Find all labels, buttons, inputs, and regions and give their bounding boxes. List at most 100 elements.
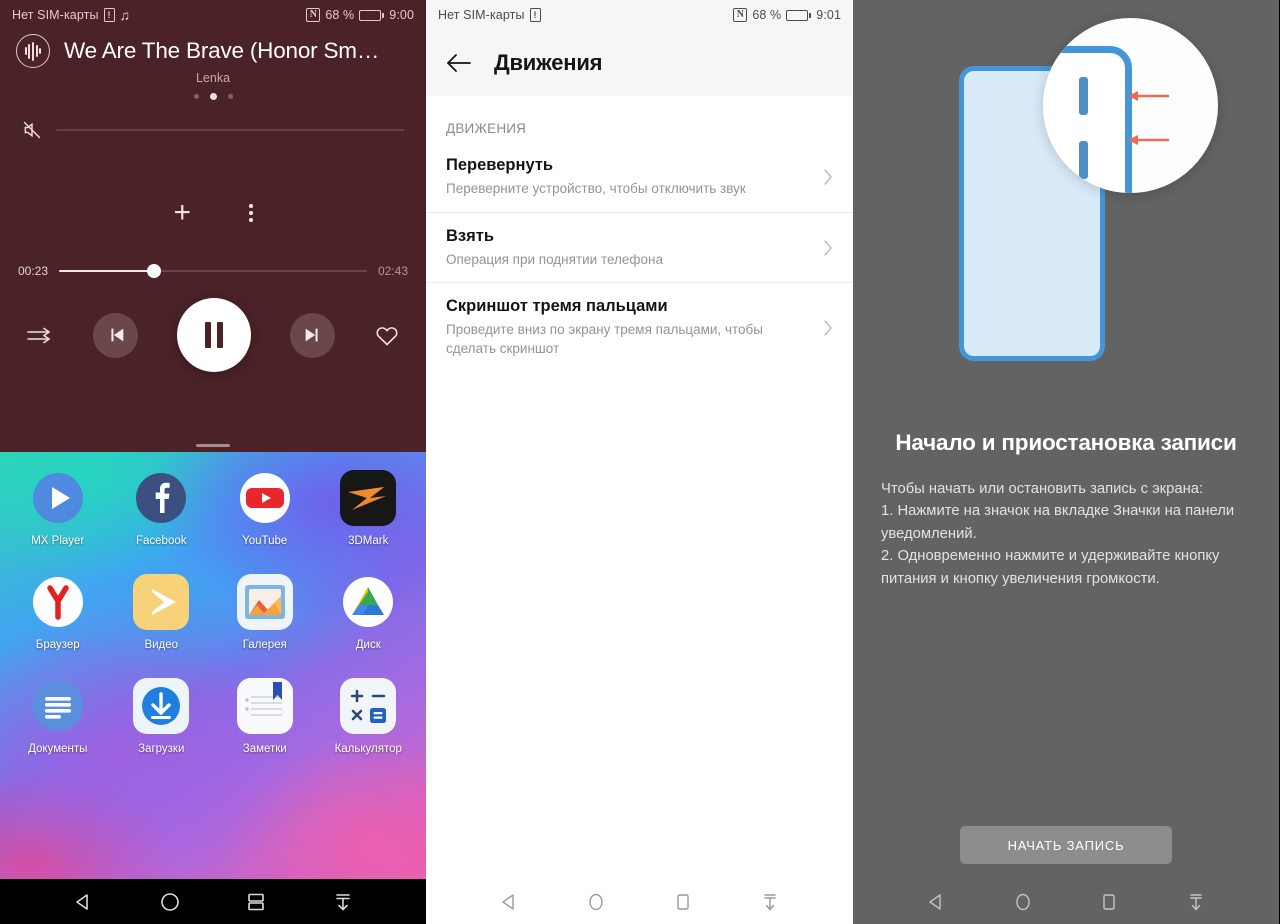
app-icon-downloads[interactable]: Загрузки: [110, 678, 214, 755]
google-drive-icon: [340, 574, 396, 630]
row-title: Взять: [446, 226, 494, 245]
facebook-icon: [133, 470, 189, 526]
carrier-label: Нет SIM-карты: [12, 8, 99, 22]
nav-recents-icon[interactable]: [671, 890, 695, 914]
power-button-shape: [1079, 77, 1088, 115]
total-time-label: 02:43: [377, 264, 408, 278]
favorite-heart-icon[interactable]: [374, 323, 400, 347]
status-bar-left: Нет SIM-карты !: [438, 8, 541, 22]
transport-controls: [0, 298, 426, 372]
current-time-label: 00:23: [18, 264, 49, 278]
row-subtitle: Операция при поднятии телефона: [446, 251, 664, 267]
settings-list: Перевернуть Переверните устройство, чтоб…: [426, 148, 853, 372]
settings-row-three-finger-screenshot[interactable]: Скриншот тремя пальцами Проведите вниз п…: [426, 282, 853, 371]
music-player: Нет SIM-карты ! ♫ N 68 % 9:00 We Are The…: [0, 0, 426, 452]
app-icon-calculator[interactable]: Калькулятор: [317, 678, 421, 755]
app-icon-gallery[interactable]: Галерея: [213, 574, 317, 651]
sim-card-alert-icon: !: [529, 8, 541, 22]
app-label: Диск: [355, 639, 381, 651]
mx-player-icon: [30, 470, 86, 526]
page-dot-active[interactable]: [209, 93, 217, 100]
page-dot[interactable]: [227, 94, 233, 99]
seek-knob[interactable]: [147, 264, 162, 278]
start-recording-button[interactable]: НАЧАТЬ ЗАПИСЬ: [960, 826, 1172, 864]
nav-back-icon[interactable]: [71, 890, 95, 914]
seek-slider[interactable]: [59, 264, 367, 278]
seek-row[interactable]: 00:23 02:43: [0, 264, 426, 278]
panel-screen-record-tip: Начало и приостановка записи Чтобы начат…: [853, 0, 1279, 924]
nfc-icon: N: [733, 8, 748, 22]
notes-icon: [236, 678, 293, 734]
page-indicator-dots[interactable]: [0, 93, 426, 100]
app-icon-yandex-browser[interactable]: Браузер: [6, 574, 110, 651]
panel-settings-motions: Нет SIM-карты ! N 68 % 9:01 Движения ДВИ…: [426, 0, 853, 924]
row-subtitle: Переверните устройство, чтобы отключить …: [446, 181, 746, 196]
nav-home-icon[interactable]: [584, 890, 608, 914]
pause-button[interactable]: [177, 298, 251, 372]
nav-recents-icon[interactable]: [1097, 890, 1121, 914]
google-docs-icon: [30, 678, 86, 734]
shuffle-icon[interactable]: [26, 325, 54, 345]
page-title: Движения: [494, 50, 603, 75]
app-icon-facebook[interactable]: Facebook: [110, 470, 214, 547]
status-bar-settings: Нет SIM-карты ! N 68 % 9:01: [426, 0, 853, 30]
app-icon-google-docs[interactable]: Документы: [6, 678, 110, 755]
nfc-icon: N: [306, 8, 321, 22]
app-label: Загрузки: [138, 743, 185, 755]
nav-pull-down-icon[interactable]: [331, 890, 355, 914]
app-icon-youtube[interactable]: YouTube: [213, 470, 317, 547]
downloads-icon: [133, 678, 190, 734]
battery-percent-label: 68 %: [325, 8, 355, 22]
row-title: Перевернуть: [446, 156, 554, 174]
nav-pull-down-icon[interactable]: [758, 890, 782, 914]
back-arrow-icon[interactable]: [446, 53, 472, 73]
volume-mute-icon[interactable]: [22, 120, 42, 140]
app-label: MX Player: [31, 535, 85, 547]
drag-handle[interactable]: [196, 444, 230, 447]
settings-row-pickup[interactable]: Взять Операция при поднятии телефона: [426, 211, 853, 283]
app-label: Заметки: [242, 743, 287, 755]
skip-previous-button[interactable]: [93, 312, 138, 358]
app-icon-google-drive[interactable]: Диск: [317, 574, 421, 651]
nav-home-icon[interactable]: [158, 890, 182, 914]
clock-label: 9:01: [816, 8, 841, 22]
app-label: Галерея: [242, 639, 287, 651]
tip-title: Начало и приостановка записи: [895, 430, 1237, 455]
phone-side-buttons-magnifier-illustration: [853, 0, 1279, 430]
volume-row[interactable]: [0, 120, 426, 140]
app-icon-notes[interactable]: Заметки: [213, 678, 317, 755]
nav-back-icon[interactable]: [924, 890, 948, 914]
navigation-bar-tip: [853, 879, 1279, 924]
settings-screen: Нет SIM-карты ! N 68 % 9:01 Движения ДВИ…: [426, 0, 853, 924]
artist-name: Lenka: [195, 71, 231, 85]
sim-card-alert-icon: !: [103, 8, 115, 22]
nav-recents-icon[interactable]: [244, 890, 268, 914]
skip-next-button[interactable]: [290, 312, 335, 358]
app-icon-mx-player[interactable]: MX Player: [6, 470, 110, 547]
video-player-icon: [133, 574, 190, 630]
arrow-power-icon: [1126, 89, 1170, 103]
app-icon-video[interactable]: Видео: [110, 574, 214, 651]
section-header: ДВИЖЕНИЯ: [446, 121, 527, 136]
page-dot[interactable]: [193, 94, 199, 99]
settings-row-flip[interactable]: Перевернуть Переверните устройство, чтоб…: [426, 148, 853, 212]
nav-back-icon[interactable]: [497, 890, 521, 914]
chevron-right-icon: [823, 239, 833, 257]
status-bar-left: Нет SIM-карты ! ♫: [12, 8, 130, 22]
nav-home-icon[interactable]: [1011, 890, 1035, 914]
music-note-icon: ♫: [119, 7, 131, 23]
battery-percent-label: 68 %: [752, 8, 782, 22]
calculator-icon: [340, 678, 397, 734]
volume-slider-track[interactable]: [56, 129, 404, 131]
volume-up-button-shape: [1079, 141, 1088, 179]
battery-icon: [786, 9, 812, 21]
kebab-menu-icon[interactable]: [249, 204, 253, 222]
plus-icon[interactable]: +: [173, 198, 191, 228]
app-label: Документы: [28, 743, 88, 755]
track-header: We Are The Brave (Honor Sm…: [0, 30, 426, 68]
app-label: 3DMark: [348, 535, 389, 547]
app-icon-3dmark[interactable]: 3DMark: [317, 470, 421, 547]
settings-header: Движения: [426, 30, 853, 96]
nav-pull-down-icon[interactable]: [1184, 890, 1208, 914]
magnifier-circle: [1043, 18, 1218, 193]
